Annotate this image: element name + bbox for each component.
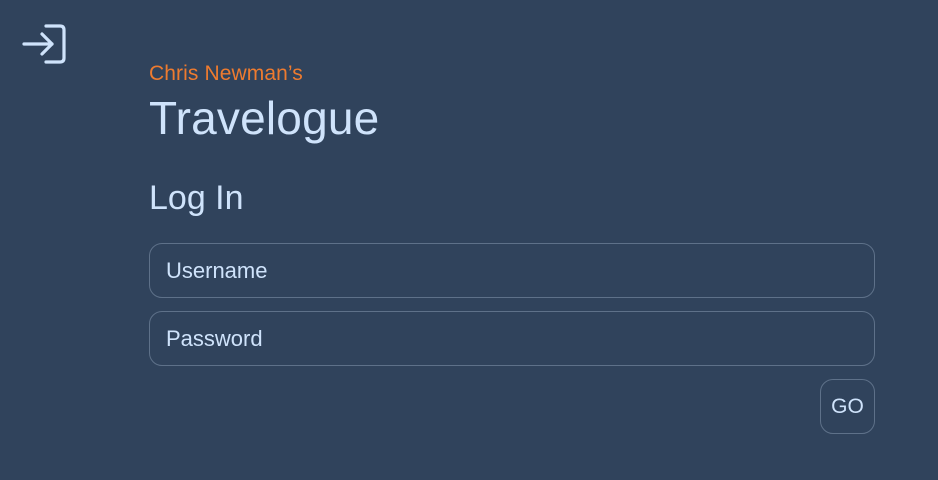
login-page: Chris Newman’s Travelogue Log In GO — [0, 0, 938, 480]
login-actions: GO — [149, 379, 875, 434]
site-owner: Chris Newman’s — [149, 62, 303, 85]
site-title: Travelogue — [149, 92, 380, 144]
login-heading: Log In — [149, 179, 244, 217]
username-input[interactable] — [149, 243, 875, 298]
login-arrow-icon — [22, 24, 66, 64]
login-content: Chris Newman’s Travelogue Log In GO — [149, 60, 875, 434]
go-button[interactable]: GO — [820, 379, 875, 434]
password-input[interactable] — [149, 311, 875, 366]
login-icon[interactable] — [21, 24, 67, 64]
